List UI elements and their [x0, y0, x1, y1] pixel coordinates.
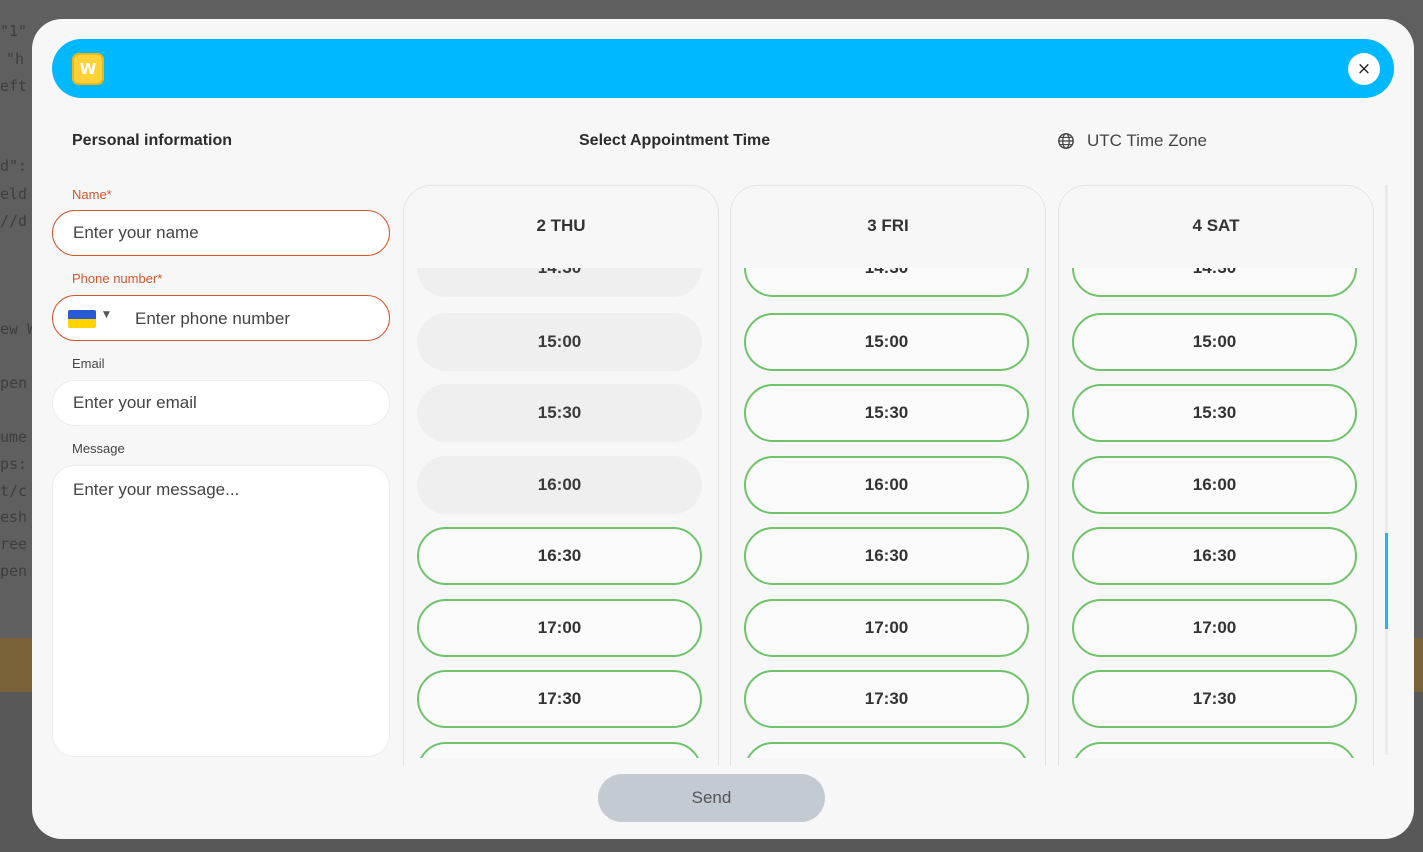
time-slot-list[interactable]: 14:30 15:00 15:30 16:00 16:30 17:00 17:3…	[731, 268, 1045, 758]
time-slot[interactable]: 17:00	[1072, 599, 1357, 657]
bg-code-line: esh	[0, 508, 28, 526]
time-slot[interactable]	[1072, 742, 1357, 758]
time-slot[interactable]: 16:00	[744, 456, 1029, 514]
modal-header: W ×	[52, 39, 1394, 98]
bg-code-line: pen	[0, 562, 28, 580]
close-icon: ×	[1356, 59, 1372, 79]
bg-code-line: "h	[6, 50, 25, 68]
time-slot[interactable]: 14:30	[744, 268, 1029, 297]
bg-code-line: t/c	[0, 482, 28, 500]
time-slot[interactable]: 17:30	[744, 670, 1029, 728]
time-slot[interactable]: 17:00	[417, 599, 702, 657]
time-slot: 15:00	[417, 313, 702, 371]
bg-code-line: "1"	[0, 22, 28, 40]
bg-code-line: eft	[0, 77, 28, 95]
time-slot[interactable]: 16:30	[744, 527, 1029, 585]
time-slot-list[interactable]: 14:30 15:00 15:30 16:00 16:30 17:00 17:3…	[1059, 268, 1373, 758]
day-title: 3 FRI	[867, 216, 909, 235]
time-slot[interactable]	[744, 742, 1029, 758]
day-title: 4 SAT	[1192, 216, 1240, 235]
time-slot[interactable]	[417, 742, 702, 758]
appointment-modal: W × Personal information Select Appointm…	[32, 19, 1414, 839]
phone-label: Phone number*	[72, 271, 163, 286]
bg-code-line: ew W	[0, 320, 37, 338]
time-slot[interactable]: 15:30	[1072, 384, 1357, 442]
time-slot[interactable]: 17:30	[1072, 670, 1357, 728]
appointment-time-title: Select Appointment Time	[579, 132, 771, 149]
timezone-selector[interactable]: UTC Time Zone	[1057, 131, 1207, 151]
bg-code-line: ume	[0, 428, 28, 446]
day-column-sat: 4 SAT 14:30 15:00 15:30 16:00 16:30 17:0…	[1058, 185, 1374, 766]
phone-field: ▼	[52, 295, 390, 341]
bg-code-line: d":	[0, 157, 28, 175]
timezone-label: UTC Time Zone	[1087, 131, 1207, 150]
scrollbar-thumb[interactable]	[1385, 533, 1388, 629]
email-input[interactable]	[52, 380, 390, 426]
time-slot[interactable]: 17:00	[744, 599, 1029, 657]
email-label: Email	[72, 356, 105, 371]
time-slot: 15:30	[417, 384, 702, 442]
logo-icon: W	[72, 53, 104, 85]
time-slot[interactable]: 16:30	[417, 527, 702, 585]
message-input[interactable]	[52, 465, 390, 757]
time-slot[interactable]: 15:30	[744, 384, 1029, 442]
message-label: Message	[72, 441, 125, 456]
time-slot: 16:00	[417, 456, 702, 514]
bg-code-line: //d	[0, 212, 28, 230]
name-input[interactable]	[52, 210, 390, 256]
time-slot: 14:30	[417, 268, 702, 297]
bg-code-line: eld	[0, 185, 28, 203]
time-slot[interactable]: 14:30	[1072, 268, 1357, 297]
caret-down-icon[interactable]: ▼	[103, 310, 110, 320]
name-label: Name*	[72, 187, 112, 202]
bg-code-line: pen	[0, 374, 28, 392]
ukraine-flag-icon[interactable]	[68, 310, 96, 328]
time-slot-list[interactable]: 14:30 15:00 15:30 16:00 16:30 17:00 17:3…	[404, 268, 718, 758]
globe-icon	[1058, 133, 1074, 149]
scrollbar-track[interactable]	[1385, 185, 1388, 755]
send-button[interactable]: Send	[598, 774, 825, 822]
personal-info-title: Personal information	[72, 132, 233, 149]
day-title: 2 THU	[536, 216, 586, 235]
day-column-fri: 3 FRI 14:30 15:00 15:30 16:00 16:30 17:0…	[730, 185, 1046, 766]
time-slot[interactable]: 17:30	[417, 670, 702, 728]
day-column-thu: 2 THU 14:30 15:00 15:30 16:00 16:30 17:0…	[403, 185, 719, 766]
time-slot[interactable]: 16:30	[1072, 527, 1357, 585]
time-slot[interactable]: 15:00	[1072, 313, 1357, 371]
time-slot[interactable]: 15:00	[744, 313, 1029, 371]
close-button[interactable]: ×	[1348, 53, 1380, 85]
phone-input[interactable]	[133, 296, 377, 341]
bg-code-line: ps:	[0, 455, 28, 473]
time-slot[interactable]: 16:00	[1072, 456, 1357, 514]
bg-code-line: ree	[0, 535, 28, 553]
